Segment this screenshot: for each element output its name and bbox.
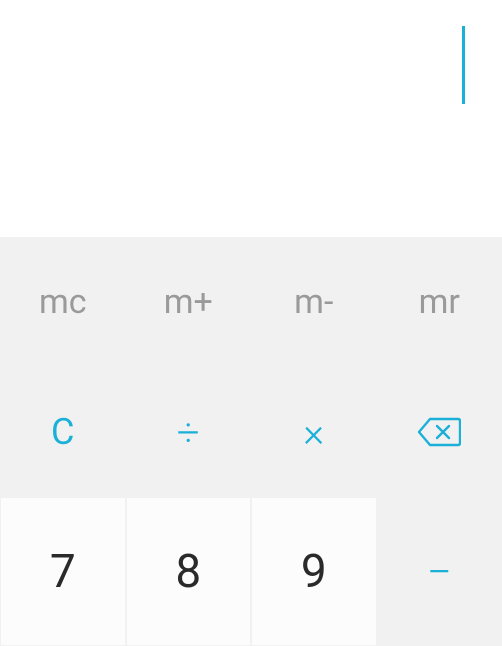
memory-clear-button[interactable]: mc — [1, 238, 125, 366]
digit-9-button[interactable]: 9 — [252, 498, 376, 645]
memory-minus-button[interactable]: m- — [252, 238, 376, 366]
memory-plus-label: m+ — [164, 282, 213, 322]
minus-button[interactable]: − — [378, 498, 502, 645]
operator-row: C ÷ × — [0, 367, 502, 497]
backspace-button[interactable] — [378, 368, 502, 496]
multiply-button[interactable]: × — [252, 368, 376, 496]
digit-8-label: 8 — [175, 545, 201, 599]
memory-minus-label: m- — [294, 282, 333, 322]
digit-8-button[interactable]: 8 — [127, 498, 251, 645]
divide-button[interactable]: ÷ — [127, 368, 251, 496]
multiply-label: × — [303, 409, 324, 456]
digit-7-label: 7 — [50, 545, 76, 599]
digit-9-label: 9 — [301, 545, 327, 599]
keypad: mc m+ m- mr C ÷ × — [0, 237, 502, 646]
divide-label: ÷ — [177, 409, 200, 456]
digits-row: 7 8 9 − — [0, 497, 502, 646]
digit-7-button[interactable]: 7 — [1, 498, 125, 645]
memory-row: mc m+ m- mr — [0, 237, 502, 367]
memory-recall-label: mr — [419, 282, 460, 322]
calculator-display[interactable] — [0, 0, 502, 237]
memory-plus-button[interactable]: m+ — [127, 238, 251, 366]
minus-label: − — [427, 546, 452, 598]
backspace-icon — [417, 417, 461, 447]
input-cursor — [462, 26, 465, 104]
memory-recall-button[interactable]: mr — [378, 238, 502, 366]
clear-button[interactable]: C — [1, 368, 125, 496]
clear-label: C — [51, 411, 74, 453]
memory-clear-label: mc — [39, 282, 87, 322]
